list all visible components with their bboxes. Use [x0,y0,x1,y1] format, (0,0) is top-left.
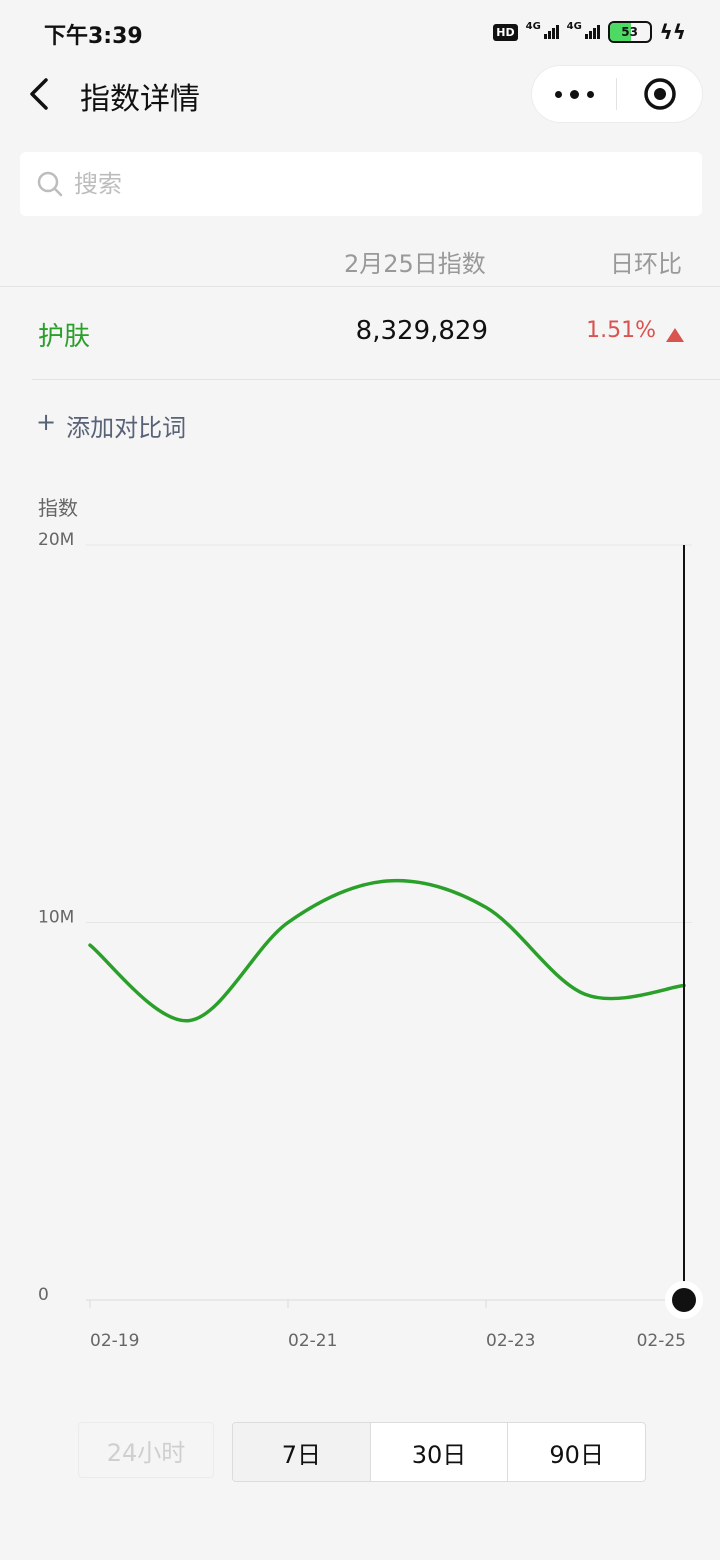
signal-icon: 4G [526,21,559,39]
index-line-chart[interactable]: 20M 10M 0 02-19 02-21 02-23 02-25 [0,520,720,1360]
x-tick-label: 02-21 [288,1331,337,1351]
chevron-left-icon [30,78,48,110]
back-button[interactable] [22,72,62,116]
status-time: 下午3:39 [44,24,143,49]
status-icons: HD 4G 4G 53 ϟϟ [493,20,686,44]
ratio-header: 日环比 [610,250,682,278]
battery-icon: 53 [607,21,652,43]
range-30d-button[interactable]: 30日 [369,1423,508,1481]
x-tick-label: 02-25 [637,1331,686,1351]
date-index-header: 2月25日指数 [344,250,486,278]
add-compare-label: 添加对比词 [66,414,187,442]
series-line [88,878,686,1023]
range-90d-button[interactable]: 90日 [507,1423,645,1481]
range-7d-button[interactable]: 7日 [233,1423,370,1481]
range-24h-button[interactable]: 24小时 [78,1422,214,1478]
change-percent: 1.51% [586,318,656,343]
y-tick-label: 10M [38,908,74,928]
y-tick-label: 0 [38,1285,49,1305]
y-axis-title: 指数 [38,496,78,520]
add-compare-button[interactable]: + 添加对比词 [36,408,186,443]
search-icon [37,171,63,197]
hd-badge: HD [493,23,518,41]
keyword-label[interactable]: 护肤 [38,316,90,353]
plus-icon: + [36,408,57,436]
index-value: 8,329,829 [355,316,488,346]
x-tick-label: 02-23 [486,1331,535,1351]
cursor-handle [672,1288,696,1312]
search-input[interactable] [72,169,636,199]
range-selector: 7日 30日 90日 [232,1422,646,1482]
y-tick-label: 20M [38,530,74,550]
divider [32,379,720,380]
up-arrow-icon [666,328,684,342]
target-icon [643,78,676,110]
mini-program-capsule [532,66,702,122]
divider [0,286,720,287]
page-title: 指数详情 [80,82,200,117]
x-tick-label: 02-19 [90,1331,139,1351]
close-button[interactable] [617,77,702,111]
more-button[interactable] [532,89,616,99]
search-bar[interactable] [20,152,702,216]
signal-icon: 4G [567,21,600,39]
charging-icon: ϟϟ [659,20,686,44]
